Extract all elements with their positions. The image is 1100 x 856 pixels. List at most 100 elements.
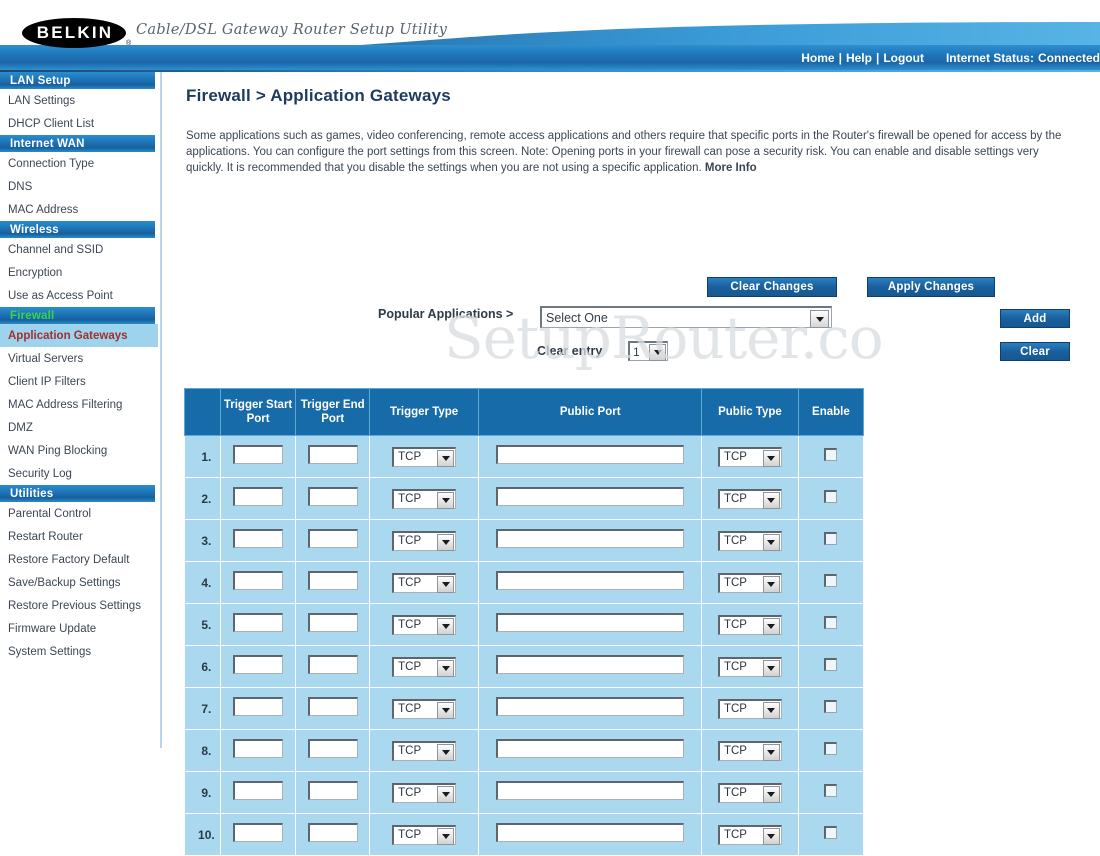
sidebar-item-dmz[interactable]: DMZ bbox=[0, 416, 158, 439]
trigger-type-select[interactable]: TCP bbox=[392, 446, 457, 467]
trigger-end-port-input[interactable] bbox=[307, 570, 358, 590]
public-port-input[interactable] bbox=[496, 696, 685, 716]
sidebar-item-dns[interactable]: DNS bbox=[0, 175, 158, 198]
public-type-select[interactable]: TCP bbox=[717, 572, 782, 593]
sidebar-item-restore-factory-default[interactable]: Restore Factory Default bbox=[0, 548, 158, 571]
sidebar-item-mac-address[interactable]: MAC Address bbox=[0, 198, 158, 221]
trigger-start-port-input[interactable] bbox=[233, 528, 284, 548]
trigger-start-port-input[interactable] bbox=[233, 654, 284, 674]
nav-help-link[interactable]: Help bbox=[846, 51, 872, 65]
public-type-select[interactable]: TCP bbox=[717, 698, 782, 719]
trigger-end-port-input[interactable] bbox=[307, 444, 358, 464]
public-port-input[interactable] bbox=[496, 780, 685, 800]
sidebar-item-restore-previous-settings[interactable]: Restore Previous Settings bbox=[0, 594, 158, 617]
trigger-end-port-input[interactable] bbox=[307, 654, 358, 674]
public-type-select[interactable]: TCP bbox=[717, 782, 782, 803]
trigger-start-port-input[interactable] bbox=[233, 486, 284, 506]
sidebar-item-system-settings[interactable]: System Settings bbox=[0, 640, 158, 663]
nav-home-link[interactable]: Home bbox=[801, 51, 834, 65]
trigger-start-port-input[interactable] bbox=[233, 612, 284, 632]
public-type-select[interactable]: TCP bbox=[717, 824, 782, 845]
sidebar-item-use-as-access-point[interactable]: Use as Access Point bbox=[0, 284, 158, 307]
public-port-input[interactable] bbox=[496, 444, 685, 464]
sidebar-item-encryption[interactable]: Encryption bbox=[0, 261, 158, 284]
trigger-start-port-input[interactable] bbox=[233, 738, 284, 758]
public-port-input[interactable] bbox=[496, 654, 685, 674]
sidebar-item-client-ip-filters[interactable]: Client IP Filters bbox=[0, 370, 158, 393]
public-type-value: TCP bbox=[723, 493, 747, 505]
sidebar-item-security-log[interactable]: Security Log bbox=[0, 462, 158, 485]
sidebar-item-parental-control[interactable]: Parental Control bbox=[0, 502, 158, 525]
trigger-type-select[interactable]: TCP bbox=[392, 740, 457, 761]
enable-checkbox[interactable] bbox=[824, 447, 838, 461]
enable-checkbox[interactable] bbox=[824, 573, 838, 587]
trigger-end-port-input[interactable] bbox=[307, 486, 358, 506]
trigger-start-port-input[interactable] bbox=[233, 570, 284, 590]
sidebar-item-restart-router[interactable]: Restart Router bbox=[0, 525, 158, 548]
public-type-select[interactable]: TCP bbox=[717, 740, 782, 761]
trigger-start-port-input[interactable] bbox=[233, 696, 284, 716]
trigger-type-select[interactable]: TCP bbox=[392, 824, 457, 845]
cell-trigger-type: TCP bbox=[368, 771, 480, 814]
enable-checkbox[interactable] bbox=[824, 741, 838, 755]
public-port-input[interactable] bbox=[496, 486, 685, 506]
public-type-select[interactable]: TCP bbox=[717, 446, 782, 467]
sidebar-item-wan-ping-blocking[interactable]: WAN Ping Blocking bbox=[0, 439, 158, 462]
public-type-select[interactable]: TCP bbox=[717, 530, 782, 551]
more-info-link[interactable]: More Info bbox=[705, 162, 757, 174]
enable-checkbox[interactable] bbox=[824, 657, 838, 671]
trigger-end-port-input[interactable] bbox=[307, 528, 358, 548]
enable-checkbox[interactable] bbox=[824, 783, 838, 797]
apply-changes-button[interactable]: Apply Changes bbox=[867, 277, 995, 297]
public-type-select[interactable]: TCP bbox=[717, 488, 782, 509]
sidebar-item-lan-settings[interactable]: LAN Settings bbox=[0, 89, 158, 112]
trigger-start-port-input[interactable] bbox=[233, 444, 284, 464]
enable-checkbox[interactable] bbox=[824, 615, 838, 629]
clear-button[interactable]: Clear bbox=[1000, 342, 1070, 361]
popular-applications-select[interactable]: Select One bbox=[540, 306, 832, 328]
trigger-end-port-input[interactable] bbox=[307, 612, 358, 632]
sidebar-item-application-gateways[interactable]: Application Gateways bbox=[0, 324, 158, 347]
enable-checkbox[interactable] bbox=[824, 699, 838, 713]
public-type-value: TCP bbox=[723, 535, 747, 547]
trigger-type-select[interactable]: TCP bbox=[392, 656, 457, 677]
row-number: 10. bbox=[184, 813, 221, 856]
trigger-start-port-input[interactable] bbox=[233, 822, 284, 842]
trigger-start-port-input[interactable] bbox=[233, 780, 284, 800]
enable-checkbox[interactable] bbox=[824, 531, 838, 545]
public-type-select[interactable]: TCP bbox=[717, 614, 782, 635]
public-type-select[interactable]: TCP bbox=[717, 656, 782, 677]
public-port-input[interactable] bbox=[496, 822, 685, 842]
enable-checkbox[interactable] bbox=[824, 489, 838, 503]
table-row: 10. TCP TCP bbox=[184, 813, 865, 856]
trigger-type-select[interactable]: TCP bbox=[392, 572, 457, 593]
trigger-end-port-input[interactable] bbox=[307, 780, 358, 800]
nav-logout-link[interactable]: Logout bbox=[883, 51, 924, 65]
sidebar-item-dhcp-client-list[interactable]: DHCP Client List bbox=[0, 112, 158, 135]
trigger-end-port-input[interactable] bbox=[307, 738, 358, 758]
sidebar-item-virtual-servers[interactable]: Virtual Servers bbox=[0, 347, 158, 370]
sidebar-item-firmware-update[interactable]: Firmware Update bbox=[0, 617, 158, 640]
trigger-type-select[interactable]: TCP bbox=[392, 782, 457, 803]
clear-changes-button[interactable]: Clear Changes bbox=[707, 277, 837, 297]
trigger-type-select[interactable]: TCP bbox=[392, 488, 457, 509]
cell-trigger-end-port bbox=[295, 435, 370, 478]
sidebar-item-channel-and-ssid[interactable]: Channel and SSID bbox=[0, 238, 158, 261]
cell-public-port bbox=[478, 813, 703, 856]
public-port-input[interactable] bbox=[496, 612, 685, 632]
trigger-end-port-input[interactable] bbox=[307, 822, 358, 842]
public-port-input[interactable] bbox=[496, 738, 685, 758]
clear-entry-select[interactable]: 1 bbox=[628, 341, 668, 361]
enable-checkbox[interactable] bbox=[824, 825, 838, 839]
trigger-type-select[interactable]: TCP bbox=[392, 698, 457, 719]
sidebar-item-mac-address-filtering[interactable]: MAC Address Filtering bbox=[0, 393, 158, 416]
public-port-input[interactable] bbox=[496, 570, 685, 590]
public-port-input[interactable] bbox=[496, 528, 685, 548]
trigger-type-select[interactable]: TCP bbox=[392, 530, 457, 551]
cell-trigger-start-port bbox=[219, 561, 297, 604]
add-button[interactable]: Add bbox=[1000, 309, 1070, 328]
trigger-type-select[interactable]: TCP bbox=[392, 614, 457, 635]
sidebar-item-save-backup-settings[interactable]: Save/Backup Settings bbox=[0, 571, 158, 594]
trigger-end-port-input[interactable] bbox=[307, 696, 358, 716]
sidebar-item-connection-type[interactable]: Connection Type bbox=[0, 152, 158, 175]
